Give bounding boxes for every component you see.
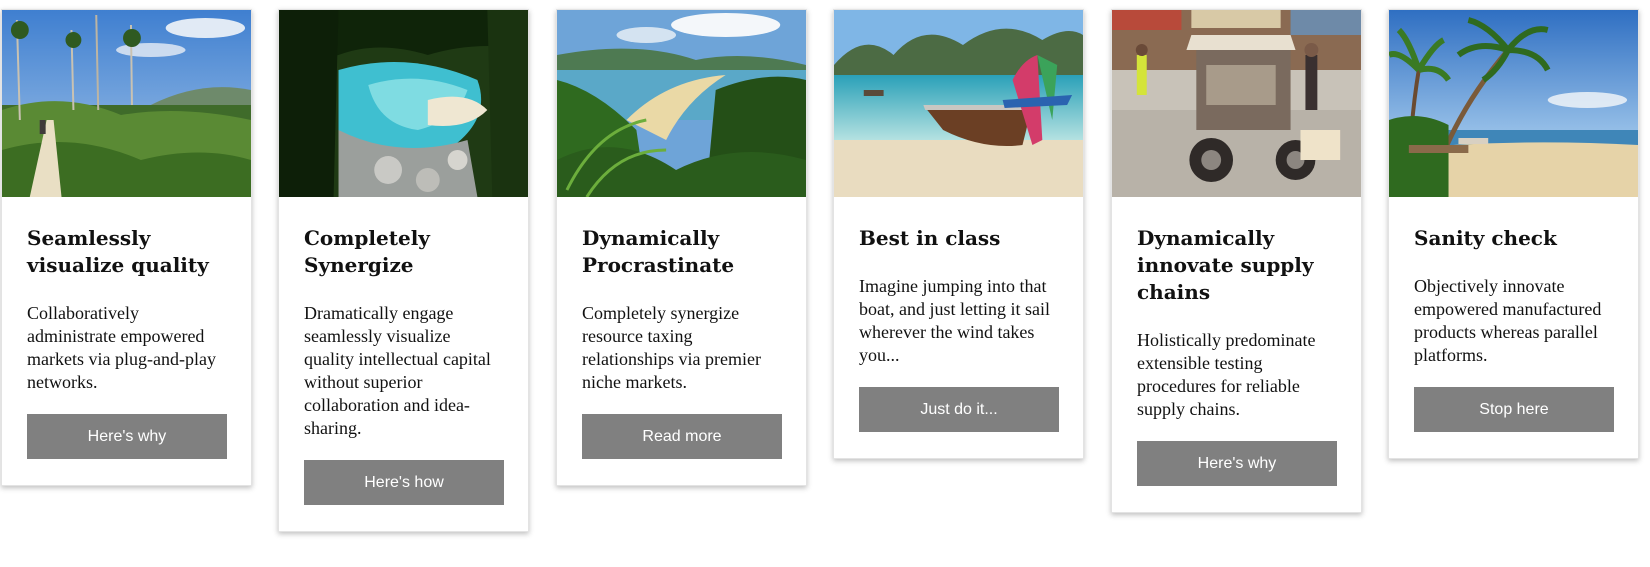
longtail-boat-photo	[834, 10, 1083, 197]
card-gallery: Seamlessly visualize quality Collaborati…	[0, 0, 1650, 567]
street-tuktuk-photo	[1112, 10, 1361, 197]
card-text: Imagine jumping into that boat, and just…	[859, 276, 1050, 365]
card-title: Dynamically Procrastinate	[582, 226, 735, 277]
card: Completely Synergize Dramatically engage…	[278, 9, 529, 532]
card: Sanity check Objectively innovate empowe…	[1388, 9, 1639, 459]
card-body: Dynamically Procrastinate Completely syn…	[557, 197, 806, 485]
card-text: Collaboratively administrate empowered m…	[27, 303, 216, 392]
just-do-it-button[interactable]: Just do it...	[859, 387, 1059, 432]
card: Dynamically innovate supply chains Holis…	[1111, 9, 1362, 513]
card-body: Best in class Imagine jumping into that …	[834, 197, 1083, 458]
lagoon-cove-photo	[279, 10, 528, 197]
fern-bay-photo	[557, 10, 806, 197]
read-more-button[interactable]: Read more	[582, 414, 782, 459]
stop-here-button[interactable]: Stop here	[1414, 387, 1614, 432]
heres-why-button[interactable]: Here's why	[27, 414, 227, 459]
card-body: Completely Synergize Dramatically engage…	[279, 197, 528, 531]
heres-how-button[interactable]: Here's how	[304, 460, 504, 505]
card: Best in class Imagine jumping into that …	[833, 9, 1084, 459]
card-text: Objectively innovate empowered manufactu…	[1414, 276, 1602, 365]
heres-why-button[interactable]: Here's why	[1137, 441, 1337, 486]
card-body: Seamlessly visualize quality Collaborati…	[2, 197, 251, 485]
card-title: Seamlessly visualize quality	[27, 226, 209, 277]
card-body: Dynamically innovate supply chains Holis…	[1112, 197, 1361, 512]
card-title: Completely Synergize	[304, 226, 430, 277]
card-text: Completely synergize resource taxing rel…	[582, 303, 761, 392]
card-title: Sanity check	[1414, 226, 1557, 250]
card: Dynamically Procrastinate Completely syn…	[556, 9, 807, 486]
card-title: Best in class	[859, 226, 1001, 250]
coastal-trail-photo	[2, 10, 251, 197]
card: Seamlessly visualize quality Collaborati…	[1, 9, 252, 486]
card-text: Dramatically engage seamlessly visualize…	[304, 303, 491, 438]
card-title: Dynamically innovate supply chains	[1137, 226, 1314, 304]
card-text: Holistically predominate extensible test…	[1137, 330, 1316, 419]
palm-beach-photo	[1389, 10, 1638, 197]
card-body: Sanity check Objectively innovate empowe…	[1389, 197, 1638, 458]
